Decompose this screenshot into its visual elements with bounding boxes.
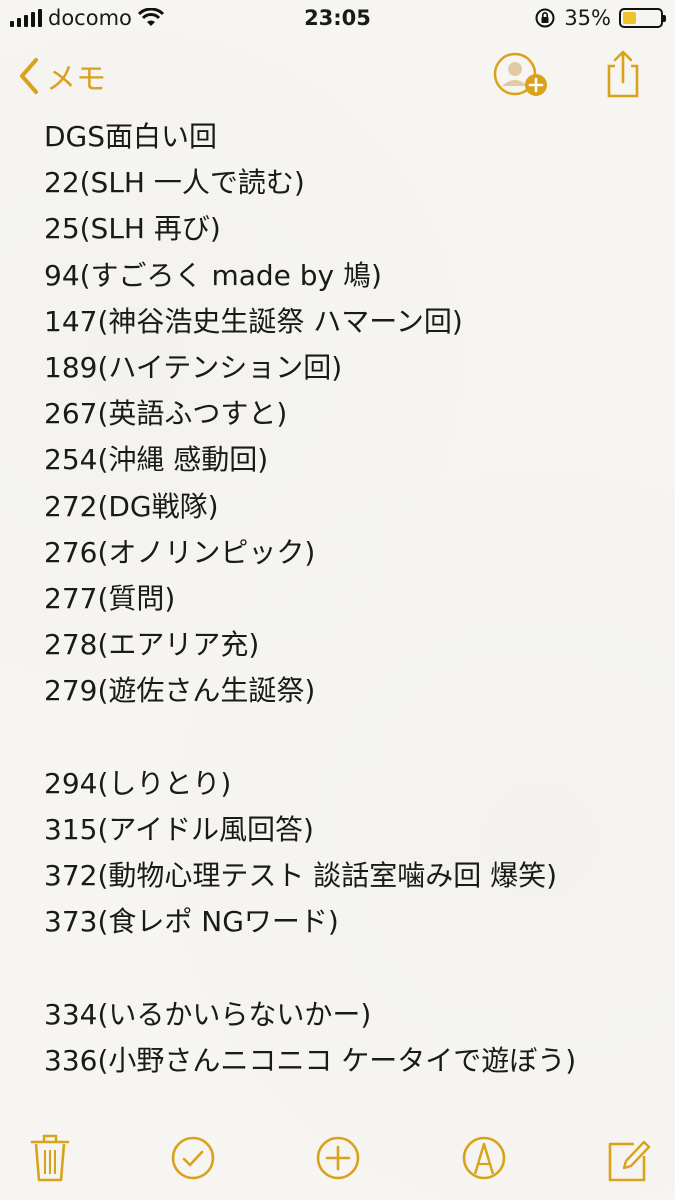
status-bar: docomo 23:05 35%: [0, 0, 675, 38]
chevron-left-icon: [20, 58, 38, 94]
note-line: 294(しりとり): [44, 766, 232, 800]
note-line: 272(DG戦隊): [44, 489, 219, 523]
note-line: 334(いるかいらないかー): [44, 997, 372, 1031]
note-title: DGS面白い回: [44, 120, 218, 153]
note-line: 25(SLH 再び): [44, 212, 221, 246]
checklist-icon[interactable]: [169, 1130, 217, 1186]
bottom-toolbar: [0, 1130, 675, 1190]
battery-icon: [619, 8, 666, 28]
note-line: 315(アイドル風回答): [44, 812, 314, 846]
battery-level: [623, 12, 636, 24]
share-icon[interactable]: [603, 48, 643, 100]
note-line: 277(質問): [44, 581, 176, 615]
note-line: 254(沖縄 感動回): [44, 443, 269, 477]
trash-icon[interactable]: [26, 1130, 74, 1186]
battery-percent: 35%: [564, 6, 611, 30]
note-line: 94(すごろく made by 鳩): [44, 258, 382, 292]
note-line: 373(食レポ NGワード): [44, 905, 339, 939]
compose-icon[interactable]: [604, 1130, 652, 1186]
status-right: 35%: [534, 6, 666, 30]
orientation-lock-icon: [535, 8, 555, 28]
note-line: 189(ハイテンション回): [44, 350, 343, 384]
back-label: メモ: [46, 62, 106, 97]
note-line: 279(遊佐さん生誕祭): [44, 674, 316, 708]
note-line: 336(小野さんニコニコ ケータイで遊ぼう): [44, 1043, 577, 1077]
note-blank-line: [44, 714, 655, 760]
add-person-icon[interactable]: [493, 50, 549, 98]
note-line: 278(エアリア充): [44, 628, 260, 662]
note-body[interactable]: DGS面白い回 22(SLH 一人で読む) 25(SLH 再び) 94(すごろく…: [44, 114, 655, 1084]
add-icon[interactable]: [314, 1130, 362, 1186]
sketch-icon[interactable]: [460, 1130, 508, 1186]
navigation-bar: メモ: [0, 44, 675, 110]
note-line: 276(オノリンピック): [44, 535, 316, 569]
note-line: 22(SLH 一人で読む): [44, 166, 305, 200]
back-button[interactable]: メモ: [18, 54, 106, 98]
note-blank-line: [44, 945, 655, 991]
note-line: 147(神谷浩史生誕祭 ハマーン回): [44, 304, 463, 338]
note-line: 267(英語ふつすと): [44, 397, 288, 431]
note-line: 372(動物心理テスト 談話室噛み回 爆笑): [44, 859, 558, 892]
